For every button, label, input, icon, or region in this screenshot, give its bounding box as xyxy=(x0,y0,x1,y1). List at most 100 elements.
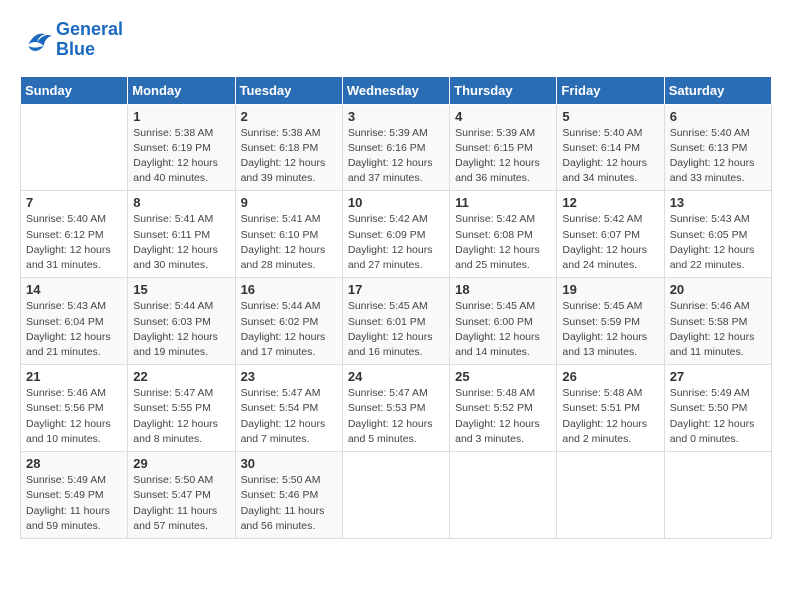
calendar-cell: 19 Sunrise: 5:45 AM Sunset: 5:59 PM Dayli… xyxy=(557,278,664,365)
calendar-cell: 10 Sunrise: 5:42 AM Sunset: 6:09 PM Dayli… xyxy=(342,191,449,278)
day-number: 22 xyxy=(133,369,229,384)
day-number: 5 xyxy=(562,109,658,124)
calendar-cell: 8 Sunrise: 5:41 AM Sunset: 6:11 PM Daylig… xyxy=(128,191,235,278)
day-info: Sunrise: 5:47 AM Sunset: 5:53 PM Dayligh… xyxy=(348,386,444,447)
calendar-cell: 26 Sunrise: 5:48 AM Sunset: 5:51 PM Dayli… xyxy=(557,365,664,452)
day-info: Sunrise: 5:45 AM Sunset: 6:00 PM Dayligh… xyxy=(455,299,551,360)
day-info: Sunrise: 5:40 AM Sunset: 6:14 PM Dayligh… xyxy=(562,126,658,187)
day-number: 16 xyxy=(241,282,337,297)
calendar-cell xyxy=(342,452,449,539)
day-number: 15 xyxy=(133,282,229,297)
day-number: 25 xyxy=(455,369,551,384)
dow-header: Sunday xyxy=(21,76,128,104)
day-info: Sunrise: 5:39 AM Sunset: 6:16 PM Dayligh… xyxy=(348,126,444,187)
calendar-cell: 18 Sunrise: 5:45 AM Sunset: 6:00 PM Dayli… xyxy=(450,278,557,365)
calendar-cell: 14 Sunrise: 5:43 AM Sunset: 6:04 PM Dayli… xyxy=(21,278,128,365)
calendar-table: SundayMondayTuesdayWednesdayThursdayFrid… xyxy=(20,76,772,539)
day-number: 27 xyxy=(670,369,766,384)
day-number: 23 xyxy=(241,369,337,384)
day-number: 17 xyxy=(348,282,444,297)
day-number: 19 xyxy=(562,282,658,297)
logo-text-blue: Blue xyxy=(56,40,123,60)
calendar-cell: 11Sunrise: 5:42 AM Sunset: 6:08 PM Dayli… xyxy=(450,191,557,278)
day-number: 14 xyxy=(26,282,122,297)
day-info: Sunrise: 5:42 AM Sunset: 6:08 PM Dayligh… xyxy=(455,212,551,273)
dow-header: Friday xyxy=(557,76,664,104)
calendar-cell: 27 Sunrise: 5:49 AM Sunset: 5:50 PM Dayli… xyxy=(664,365,771,452)
calendar-cell: 6 Sunrise: 5:40 AM Sunset: 6:13 PM Daylig… xyxy=(664,104,771,191)
calendar-cell: 16 Sunrise: 5:44 AM Sunset: 6:02 PM Dayli… xyxy=(235,278,342,365)
day-number: 1 xyxy=(133,109,229,124)
day-number: 21 xyxy=(26,369,122,384)
day-info: Sunrise: 5:45 AM Sunset: 6:01 PM Dayligh… xyxy=(348,299,444,360)
calendar-cell: 13 Sunrise: 5:43 AM Sunset: 6:05 PM Dayli… xyxy=(664,191,771,278)
logo-icon xyxy=(20,26,52,54)
dow-header: Saturday xyxy=(664,76,771,104)
day-number: 28 xyxy=(26,456,122,471)
day-number: 7 xyxy=(26,195,122,210)
calendar-cell: 30 Sunrise: 5:50 AM Sunset: 5:46 PM Dayli… xyxy=(235,452,342,539)
day-info: Sunrise: 5:48 AM Sunset: 5:51 PM Dayligh… xyxy=(562,386,658,447)
calendar-cell: 9 Sunrise: 5:41 AM Sunset: 6:10 PM Daylig… xyxy=(235,191,342,278)
day-number: 24 xyxy=(348,369,444,384)
day-number: 2 xyxy=(241,109,337,124)
calendar-cell: 5 Sunrise: 5:40 AM Sunset: 6:14 PM Daylig… xyxy=(557,104,664,191)
day-number: 13 xyxy=(670,195,766,210)
dow-header: Tuesday xyxy=(235,76,342,104)
calendar-cell: 22 Sunrise: 5:47 AM Sunset: 5:55 PM Dayli… xyxy=(128,365,235,452)
day-info: Sunrise: 5:44 AM Sunset: 6:02 PM Dayligh… xyxy=(241,299,337,360)
dow-header: Thursday xyxy=(450,76,557,104)
day-number: 18 xyxy=(455,282,551,297)
day-info: Sunrise: 5:48 AM Sunset: 5:52 PM Dayligh… xyxy=(455,386,551,447)
day-number: 20 xyxy=(670,282,766,297)
day-info: Sunrise: 5:42 AM Sunset: 6:09 PM Dayligh… xyxy=(348,212,444,273)
day-number: 26 xyxy=(562,369,658,384)
day-info: Sunrise: 5:43 AM Sunset: 6:04 PM Dayligh… xyxy=(26,299,122,360)
day-info: Sunrise: 5:46 AM Sunset: 5:56 PM Dayligh… xyxy=(26,386,122,447)
day-info: Sunrise: 5:46 AM Sunset: 5:58 PM Dayligh… xyxy=(670,299,766,360)
day-info: Sunrise: 5:50 AM Sunset: 5:46 PM Dayligh… xyxy=(241,473,337,534)
day-info: Sunrise: 5:38 AM Sunset: 6:19 PM Dayligh… xyxy=(133,126,229,187)
day-info: Sunrise: 5:41 AM Sunset: 6:11 PM Dayligh… xyxy=(133,212,229,273)
day-info: Sunrise: 5:49 AM Sunset: 5:50 PM Dayligh… xyxy=(670,386,766,447)
calendar-cell: 4Sunrise: 5:39 AM Sunset: 6:15 PM Daylig… xyxy=(450,104,557,191)
day-info: Sunrise: 5:38 AM Sunset: 6:18 PM Dayligh… xyxy=(241,126,337,187)
day-info: Sunrise: 5:40 AM Sunset: 6:13 PM Dayligh… xyxy=(670,126,766,187)
calendar-cell: 17 Sunrise: 5:45 AM Sunset: 6:01 PM Dayli… xyxy=(342,278,449,365)
day-number: 6 xyxy=(670,109,766,124)
day-info: Sunrise: 5:47 AM Sunset: 5:54 PM Dayligh… xyxy=(241,386,337,447)
logo-text-general: General xyxy=(56,20,123,40)
calendar-cell: 1 Sunrise: 5:38 AM Sunset: 6:19 PM Daylig… xyxy=(128,104,235,191)
calendar-cell: 20 Sunrise: 5:46 AM Sunset: 5:58 PM Dayli… xyxy=(664,278,771,365)
day-number: 30 xyxy=(241,456,337,471)
day-info: Sunrise: 5:39 AM Sunset: 6:15 PM Dayligh… xyxy=(455,126,551,187)
calendar-cell: 3Sunrise: 5:39 AM Sunset: 6:16 PM Daylig… xyxy=(342,104,449,191)
day-info: Sunrise: 5:50 AM Sunset: 5:47 PM Dayligh… xyxy=(133,473,229,534)
day-number: 9 xyxy=(241,195,337,210)
calendar-cell: 28 Sunrise: 5:49 AM Sunset: 5:49 PM Dayli… xyxy=(21,452,128,539)
day-number: 8 xyxy=(133,195,229,210)
calendar-cell xyxy=(21,104,128,191)
calendar-cell: 25 Sunrise: 5:48 AM Sunset: 5:52 PM Dayli… xyxy=(450,365,557,452)
dow-header: Monday xyxy=(128,76,235,104)
day-number: 10 xyxy=(348,195,444,210)
day-info: Sunrise: 5:47 AM Sunset: 5:55 PM Dayligh… xyxy=(133,386,229,447)
day-info: Sunrise: 5:40 AM Sunset: 6:12 PM Dayligh… xyxy=(26,212,122,273)
calendar-cell: 2 Sunrise: 5:38 AM Sunset: 6:18 PM Daylig… xyxy=(235,104,342,191)
logo: General Blue xyxy=(20,20,123,60)
day-number: 12 xyxy=(562,195,658,210)
day-info: Sunrise: 5:45 AM Sunset: 5:59 PM Dayligh… xyxy=(562,299,658,360)
day-info: Sunrise: 5:41 AM Sunset: 6:10 PM Dayligh… xyxy=(241,212,337,273)
calendar-cell: 24 Sunrise: 5:47 AM Sunset: 5:53 PM Dayli… xyxy=(342,365,449,452)
day-info: Sunrise: 5:43 AM Sunset: 6:05 PM Dayligh… xyxy=(670,212,766,273)
dow-header: Wednesday xyxy=(342,76,449,104)
calendar-cell xyxy=(557,452,664,539)
day-number: 29 xyxy=(133,456,229,471)
calendar-cell: 7 Sunrise: 5:40 AM Sunset: 6:12 PM Daylig… xyxy=(21,191,128,278)
calendar-cell: 15 Sunrise: 5:44 AM Sunset: 6:03 PM Dayli… xyxy=(128,278,235,365)
day-info: Sunrise: 5:44 AM Sunset: 6:03 PM Dayligh… xyxy=(133,299,229,360)
calendar-cell xyxy=(450,452,557,539)
day-info: Sunrise: 5:49 AM Sunset: 5:49 PM Dayligh… xyxy=(26,473,122,534)
page-header: General Blue xyxy=(20,20,772,60)
calendar-cell: 29 Sunrise: 5:50 AM Sunset: 5:47 PM Dayli… xyxy=(128,452,235,539)
